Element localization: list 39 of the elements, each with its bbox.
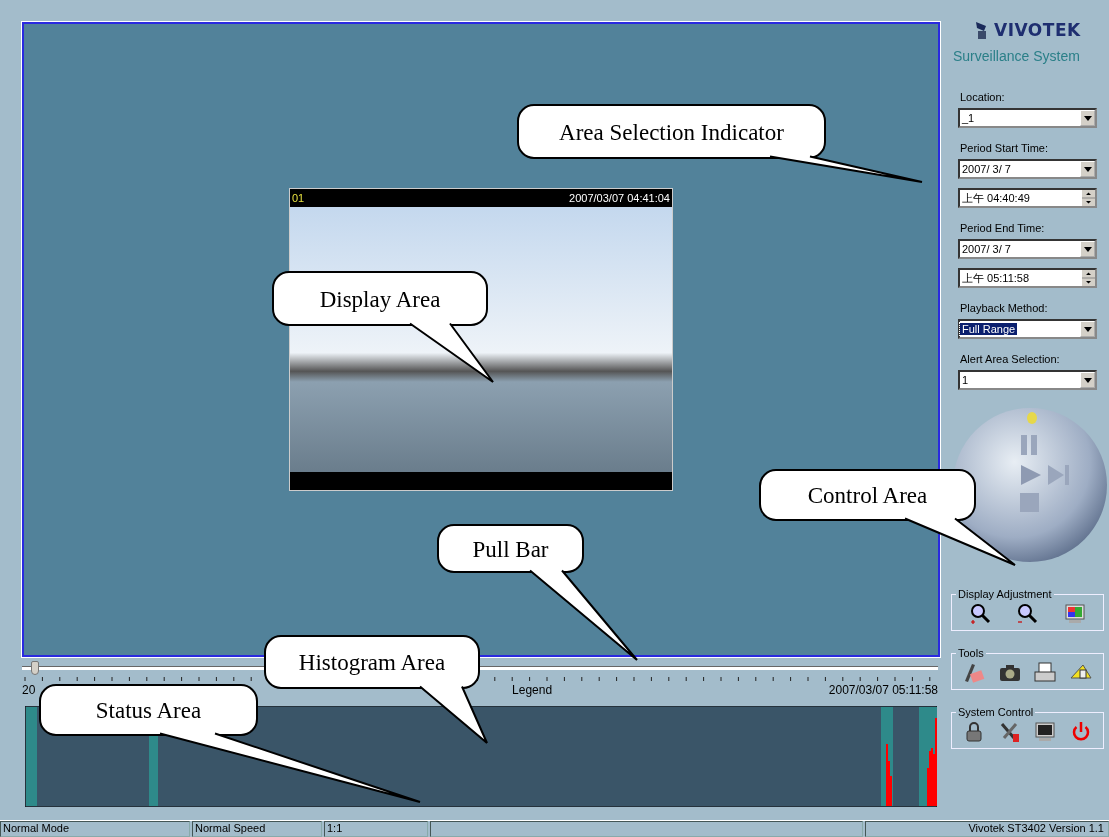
- callout: Status Area: [39, 684, 421, 803]
- status-indicator-dot: [1027, 412, 1037, 424]
- status-speed: Normal Speed: [192, 821, 322, 837]
- brand-logo: VIVOTEK: [994, 20, 1081, 40]
- dropdown-field[interactable]: 1: [958, 370, 1097, 390]
- spinner-arrows-icon[interactable]: [1082, 190, 1095, 206]
- field-label: Period Start Time:: [960, 142, 1050, 154]
- status-mode: Normal Mode: [0, 821, 190, 837]
- field-label: Period End Time:: [960, 222, 1046, 234]
- callout: Area Selection Indicator: [517, 104, 923, 183]
- time-spinner-field[interactable]: 上午 04:40:49: [958, 188, 1097, 208]
- end-time-label: 2007/03/07 05:11:58: [828, 683, 938, 699]
- status-ratio: 1:1: [324, 821, 428, 837]
- product-title: Surveillance System: [953, 48, 1081, 64]
- printer-icon[interactable]: [1033, 661, 1058, 685]
- callout: Control Area: [759, 469, 1016, 566]
- field-label: Playback Method:: [960, 302, 1049, 314]
- dropdown-field[interactable]: _1: [958, 108, 1097, 128]
- group-title: Display Adjustment: [957, 588, 1053, 600]
- callout: Display Area: [272, 271, 494, 383]
- video-timestamp: 2007/03/07 04:41:04: [569, 192, 670, 204]
- channel-number: 01: [292, 192, 305, 204]
- slider-thumb[interactable]: [31, 661, 40, 675]
- callout: Histogram Area: [264, 635, 488, 744]
- field-label: Location:: [960, 91, 1006, 103]
- color-monitor-icon[interactable]: [1063, 602, 1088, 626]
- group-title: Tools: [957, 647, 985, 659]
- spinner-arrows-icon[interactable]: [1082, 270, 1095, 286]
- field-label: Alert Area Selection:: [960, 353, 1061, 365]
- monitor-icon[interactable]: [1033, 720, 1058, 744]
- time-spinner-field[interactable]: 上午 05:11:58: [958, 268, 1097, 288]
- zoom-out-icon[interactable]: [1015, 602, 1040, 626]
- start-time-label: 20: [22, 683, 36, 699]
- dropdown-field[interactable]: 2007/ 3/ 7: [958, 159, 1097, 179]
- group-title: System Control: [957, 706, 1035, 718]
- dropdown-field[interactable]: Full Range: [958, 319, 1097, 339]
- dropdown-field[interactable]: 2007/ 3/ 7: [958, 239, 1097, 259]
- legend-link[interactable]: Legend: [512, 683, 553, 699]
- status-version: Vivotek ST3402 Version 1.1: [865, 821, 1109, 837]
